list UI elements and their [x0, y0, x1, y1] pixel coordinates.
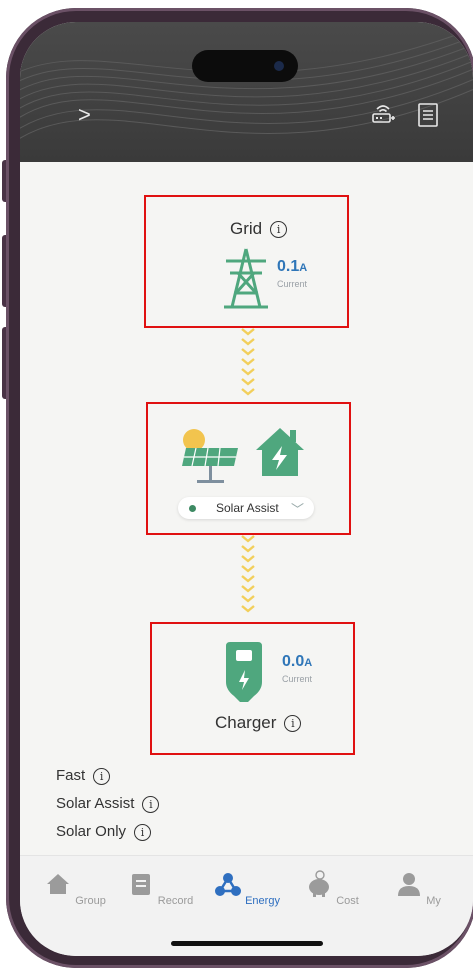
- mode-solar-assist: Solar Assist i: [56, 795, 160, 813]
- router-add-icon[interactable]: [370, 102, 396, 128]
- tab-cost[interactable]: Cost: [297, 870, 367, 907]
- user-icon: [398, 873, 421, 896]
- grid-current-value: 0.1A: [277, 258, 307, 276]
- tab-energy[interactable]: Energy: [212, 870, 282, 907]
- tab-record-label: Record: [157, 895, 194, 907]
- mode-solar-only: Solar Only i: [56, 823, 152, 841]
- document-list-icon[interactable]: [415, 102, 441, 128]
- flow-arrows-grid-to-mode: [241, 328, 255, 396]
- home-indicator[interactable]: [171, 941, 323, 946]
- mode-solar-assist-info-icon[interactable]: i: [142, 795, 160, 813]
- camera-icon: [274, 61, 284, 71]
- dynamic-island: [192, 50, 298, 82]
- charger-current-value: 0.0A: [282, 653, 312, 671]
- grid-current-caption: Current: [277, 279, 308, 289]
- mode-solar-assist-label: Solar Assist: [56, 795, 135, 812]
- record-icon: [131, 874, 150, 895]
- grid-title-text: Grid: [230, 219, 263, 238]
- tab-record[interactable]: Record: [125, 870, 195, 907]
- tab-my[interactable]: My: [383, 870, 453, 907]
- mode-fast: Fast i: [56, 767, 111, 785]
- mode-solar-only-info-icon[interactable]: i: [134, 823, 152, 841]
- solar-panel-icon: [182, 429, 238, 483]
- home-icon: [47, 874, 70, 894]
- tab-my-label: My: [426, 895, 441, 907]
- house-charging-icon: [256, 428, 304, 476]
- mode-solar-only-label: Solar Only: [56, 823, 127, 840]
- grid-title: Grid i: [230, 219, 288, 239]
- piggy-bank-icon: [309, 870, 330, 897]
- tab-group-label: Group: [75, 895, 106, 907]
- mode-status-dot: [189, 505, 196, 512]
- energy-flow-panel: Grid i 0.1A Current Solar Assist ﹀ 0.0A …: [20, 162, 473, 856]
- header-wave-pattern: [20, 27, 473, 139]
- app-header: >: [20, 22, 473, 162]
- selected-mode-label: Solar Assist: [216, 501, 279, 515]
- grid-info-icon[interactable]: i: [270, 221, 288, 239]
- phone-screen: > Grid i 0.1A Current Solar Assist ﹀ 0.0…: [20, 22, 473, 956]
- chevron-down-icon: ﹀: [290, 502, 304, 517]
- mode-fast-label: Fast: [56, 767, 86, 784]
- tab-energy-label: Energy: [245, 895, 280, 907]
- charger-title-text: Charger: [215, 713, 277, 732]
- mode-fast-info-icon[interactable]: i: [93, 767, 111, 785]
- energy-network-icon: [215, 873, 242, 896]
- mode-selector-dropdown[interactable]: Solar Assist ﹀: [178, 497, 314, 519]
- tab-cost-label: Cost: [336, 895, 359, 907]
- transmission-tower-icon: [224, 248, 268, 309]
- charger-value: 0.0: [282, 653, 305, 670]
- charger-title: Charger i: [215, 713, 302, 733]
- flow-arrows-mode-to-charger: [241, 535, 255, 613]
- charger-current-caption: Current: [282, 674, 313, 684]
- tab-group[interactable]: Group: [40, 870, 110, 907]
- bottom-tab-bar: Group Record Energy Cost My: [20, 855, 473, 956]
- grid-value: 0.1: [277, 258, 300, 275]
- back-button[interactable]: >: [78, 102, 91, 128]
- charger-unit: A: [304, 657, 313, 669]
- grid-unit: A: [299, 262, 308, 274]
- charger-info-icon[interactable]: i: [284, 715, 302, 733]
- ev-charger-icon: [226, 642, 262, 702]
